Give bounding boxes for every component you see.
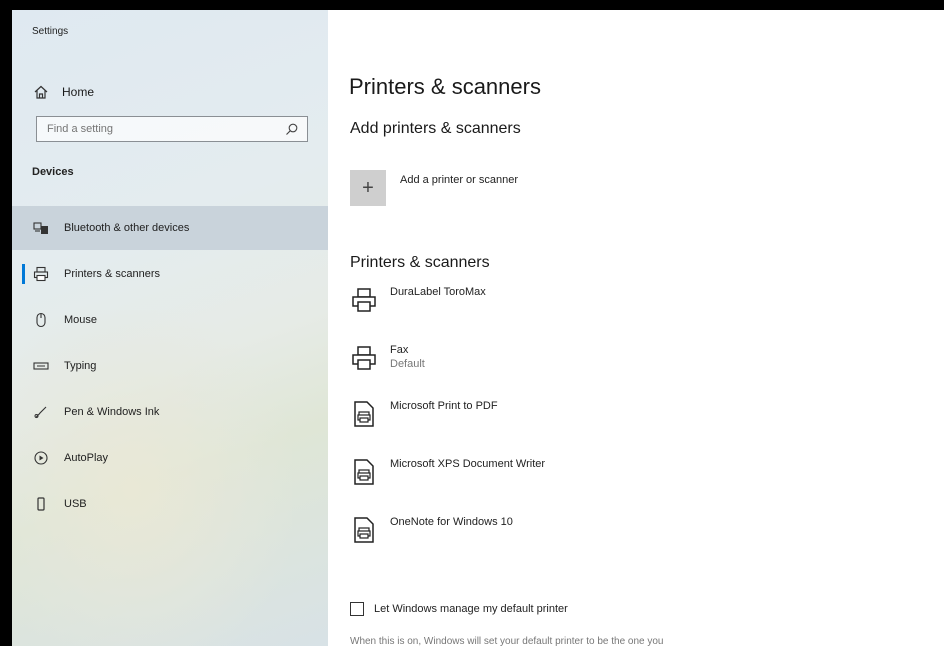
- add-printer-label[interactable]: Add a printer or scanner: [400, 174, 518, 186]
- manage-default-printer-label[interactable]: Let Windows manage my default printer: [374, 603, 568, 615]
- app-title: Settings: [32, 26, 69, 37]
- sidebar-item-label: Bluetooth & other devices: [64, 222, 190, 234]
- sidebar-item-home-label: Home: [62, 85, 95, 99]
- printer-status: Default: [390, 358, 425, 370]
- add-printer-button[interactable]: +: [350, 170, 386, 206]
- search-input[interactable]: [45, 122, 269, 136]
- sidebar-item-pen[interactable]: Pen & Windows Ink: [12, 390, 328, 434]
- pen-icon: [32, 403, 50, 421]
- printer-list-item[interactable]: Microsoft XPS Document Writer: [350, 458, 545, 486]
- usb-icon: [32, 495, 50, 513]
- sidebar-item-label: USB: [64, 498, 87, 510]
- main-content: Printers & scanners Add printers & scann…: [328, 10, 944, 646]
- search-icon[interactable]: [285, 122, 299, 136]
- plus-icon: +: [362, 176, 374, 199]
- autoplay-icon: [32, 449, 50, 467]
- printer-icon: [32, 265, 50, 283]
- helper-text: When this is on, Windows will set your d…: [350, 636, 664, 646]
- printer-icon: [350, 286, 378, 314]
- mouse-icon: [32, 311, 50, 329]
- home-icon: [32, 83, 50, 101]
- sidebar-item-label: AutoPlay: [64, 452, 109, 464]
- sidebar-item-home[interactable]: Home: [12, 74, 328, 110]
- sidebar-item-autoplay[interactable]: AutoPlay: [12, 436, 328, 480]
- sidebar-item-printers[interactable]: Printers & scanners: [12, 252, 328, 296]
- sidebar-item-label: Printers & scanners: [64, 268, 160, 280]
- printers-section-title: Printers & scanners: [350, 254, 490, 271]
- printer-list-item[interactable]: DuraLabel ToroMax: [350, 286, 486, 314]
- manage-default-printer-checkbox[interactable]: [350, 602, 364, 616]
- document-printer-icon: [350, 458, 378, 486]
- manage-default-printer-row[interactable]: Let Windows manage my default printer: [350, 602, 568, 616]
- sidebar-item-typing[interactable]: Typing: [12, 344, 328, 388]
- add-section-title: Add printers & scanners: [350, 120, 521, 137]
- document-printer-icon: [350, 400, 378, 428]
- printer-icon: [350, 344, 378, 372]
- document-printer-icon: [350, 516, 378, 544]
- sidebar-item-label: Pen & Windows Ink: [64, 406, 160, 418]
- printer-list-item[interactable]: Fax Default: [350, 344, 425, 372]
- printer-name: Microsoft Print to PDF: [390, 400, 498, 412]
- printer-name: OneNote for Windows 10: [390, 516, 513, 528]
- sidebar-item-bluetooth[interactable]: Bluetooth & other devices: [12, 206, 328, 250]
- page-title: Printers & scanners: [349, 74, 541, 99]
- sidebar-item-mouse[interactable]: Mouse: [12, 298, 328, 342]
- printer-list-item[interactable]: Microsoft Print to PDF: [350, 400, 498, 428]
- settings-window: Settings Home Devices Bluetooth & other …: [12, 10, 944, 646]
- printer-name: Fax: [390, 344, 409, 356]
- bluetooth-devices-icon: [32, 219, 50, 237]
- keyboard-icon: [32, 357, 50, 375]
- printer-name: DuraLabel ToroMax: [390, 286, 486, 298]
- printer-list-item[interactable]: OneNote for Windows 10: [350, 516, 513, 544]
- sidebar-item-label: Typing: [64, 360, 97, 372]
- selection-indicator: [22, 264, 25, 284]
- sidebar: Settings Home Devices Bluetooth & other …: [12, 10, 328, 646]
- add-printer-row[interactable]: + Add a printer or scanner: [350, 170, 518, 206]
- search-box[interactable]: [36, 116, 308, 142]
- sidebar-item-label: Mouse: [64, 314, 98, 326]
- printer-name: Microsoft XPS Document Writer: [390, 458, 546, 470]
- section-title: Devices: [32, 166, 74, 178]
- sidebar-item-usb[interactable]: USB: [12, 482, 328, 526]
